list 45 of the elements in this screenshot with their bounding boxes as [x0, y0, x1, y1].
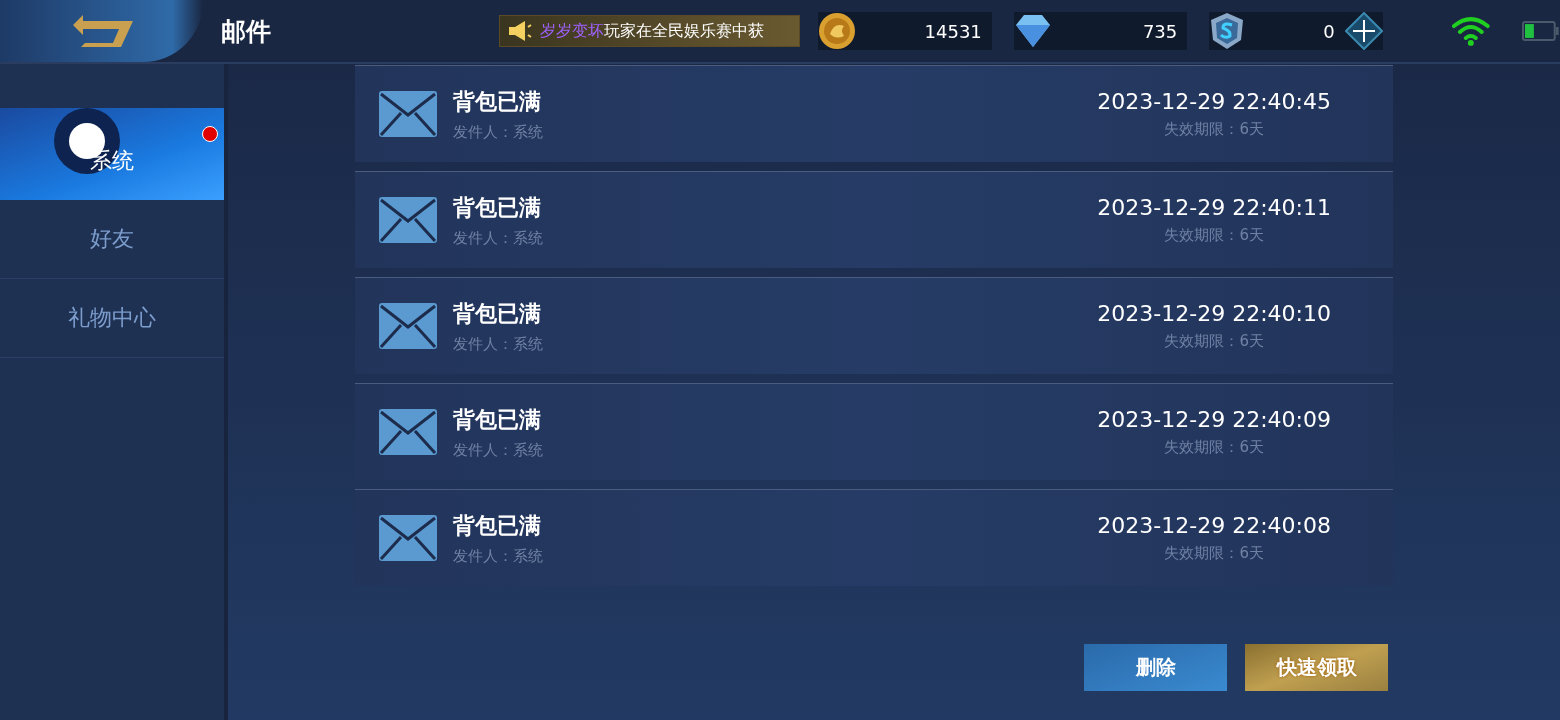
mail-title: 背包已满 — [453, 511, 542, 540]
mail-item[interactable]: 背包已满 发件人：系统 2023-12-29 22:40:45 失效期限：6天 — [355, 65, 1393, 162]
mail-title: 背包已满 — [453, 299, 542, 328]
announcement-text: 岁岁变坏玩家在全民娱乐赛中获 — [539, 20, 764, 42]
mail-expiry: 失效期限：6天 — [1164, 226, 1264, 245]
back-button[interactable] — [0, 0, 204, 62]
sidebar-tab[interactable]: 好友 — [0, 200, 224, 279]
mail-item[interactable]: 背包已满 发件人：系统 2023-12-29 22:40:09 失效期限：6天 — [355, 383, 1393, 480]
mail-sender: 发件人：系统 — [453, 122, 544, 142]
currency-amount: 14531 — [923, 20, 983, 42]
add-icon[interactable] — [1344, 12, 1383, 50]
envelope-icon — [379, 515, 437, 561]
delete-button[interactable]: 删除 — [1084, 644, 1227, 691]
mail-time: 2023-12-29 22:40:45 — [1097, 89, 1331, 114]
mail-time: 2023-12-29 22:40:09 — [1097, 407, 1331, 432]
mail-time: 2023-12-29 22:40:10 — [1097, 301, 1331, 326]
page-title: 邮件 — [221, 15, 273, 48]
mail-title: 背包已满 — [453, 193, 542, 222]
envelope-icon — [379, 409, 437, 455]
envelope-icon — [379, 303, 437, 349]
mail-title: 背包已满 — [453, 405, 542, 434]
currency-amount: 0 — [1322, 20, 1336, 42]
mail-title: 背包已满 — [453, 87, 542, 116]
mail-sender: 发件人：系统 — [453, 440, 544, 460]
currency-amount: 735 — [1141, 20, 1179, 42]
envelope-icon — [379, 91, 437, 137]
mail-sender: 发件人：系统 — [453, 228, 544, 248]
mail-expiry: 失效期限：6天 — [1164, 438, 1264, 457]
coin-icon — [818, 12, 857, 50]
shield-icon — [1209, 12, 1246, 50]
battery-icon — [1522, 21, 1560, 41]
sidebar-tab[interactable]: 礼物中心 — [0, 279, 224, 358]
envelope-icon — [379, 197, 437, 243]
mail-expiry: 失效期限：6天 — [1164, 544, 1264, 563]
mail-sender: 发件人：系统 — [453, 334, 544, 354]
mail-item[interactable]: 背包已满 发件人：系统 2023-12-29 22:40:08 失效期限：6天 — [355, 489, 1393, 586]
mail-item[interactable]: 背包已满 发件人：系统 2023-12-29 22:40:11 失效期限：6天 — [355, 171, 1393, 268]
wifi-icon — [1450, 16, 1491, 46]
mail-time: 2023-12-29 22:40:11 — [1097, 195, 1331, 220]
mail-expiry: 失效期限：6天 — [1164, 332, 1264, 351]
mail-expiry: 失效期限：6天 — [1164, 120, 1264, 139]
mail-item[interactable]: 背包已满 发件人：系统 2023-12-29 22:40:10 失效期限：6天 — [355, 277, 1393, 374]
mail-time: 2023-12-29 22:40:08 — [1097, 513, 1331, 538]
mail-sender: 发件人：系统 — [453, 546, 544, 566]
diamond-icon — [1013, 13, 1052, 49]
